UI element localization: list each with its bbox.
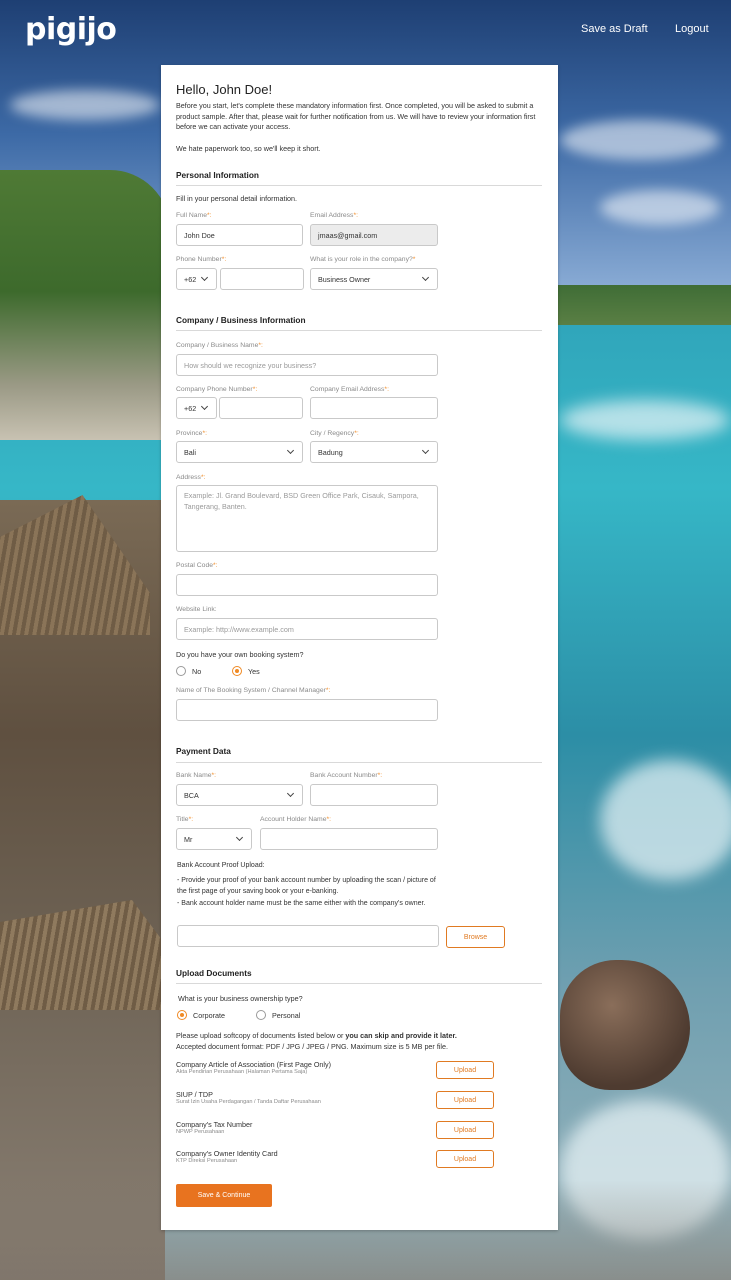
- upload-button[interactable]: Upload: [436, 1150, 494, 1168]
- province-select[interactable]: Bali: [176, 441, 303, 463]
- booking-system-question: Do you have your own booking system?: [176, 650, 304, 659]
- address-label: Address*:: [176, 474, 206, 481]
- booking-yes-radio[interactable]: Yes: [232, 666, 260, 676]
- company-email-label: Company Email Address*:: [310, 386, 389, 393]
- company-phone-label: Company Phone Number*:: [176, 386, 258, 393]
- address-textarea[interactable]: Example: Jl. Grand Boulevard, BSD Green …: [176, 485, 438, 552]
- ownership-question: What is your business ownership type?: [178, 994, 303, 1003]
- pigijo-logo[interactable]: pigijo: [25, 12, 117, 47]
- chevron-down-icon: [421, 273, 430, 282]
- booking-name-label: Name of The Booking System / Channel Man…: [176, 687, 331, 694]
- bank-account-number-input[interactable]: [310, 784, 438, 806]
- bank-proof-label: Bank Account Proof Upload:: [177, 862, 265, 869]
- company-name-label: Company / Business Name*:: [176, 342, 263, 349]
- booking-name-input[interactable]: [176, 699, 438, 721]
- divider: [176, 330, 542, 331]
- browse-button[interactable]: Browse: [446, 926, 505, 948]
- ownership-corporate-radio[interactable]: Corporate: [177, 1010, 225, 1020]
- chevron-down-icon: [286, 789, 295, 798]
- upload-button[interactable]: Upload: [436, 1061, 494, 1079]
- radio-unchecked-icon: [176, 666, 186, 676]
- company-email-input[interactable]: [310, 397, 438, 419]
- booking-no-radio[interactable]: No: [176, 666, 201, 676]
- personal-info-title: Personal Information: [176, 170, 259, 180]
- province-label: Province*:: [176, 430, 207, 437]
- email-label: Email Address*:: [310, 212, 358, 219]
- full-name-input[interactable]: John Doe: [176, 224, 303, 246]
- bank-proof-file-input[interactable]: [177, 925, 439, 947]
- save-and-continue-button[interactable]: Save & Continue: [176, 1184, 272, 1207]
- website-input[interactable]: Example: http://www.example.com: [176, 618, 438, 640]
- chevron-down-icon: [200, 273, 209, 282]
- logout-link[interactable]: Logout: [675, 23, 709, 35]
- title-label: Title*:: [176, 816, 194, 823]
- email-input: jmaas@gmail.com: [310, 224, 438, 246]
- bank-name-select[interactable]: BCA: [176, 784, 303, 806]
- greeting-heading: Hello, John Doe!: [176, 82, 273, 97]
- personal-info-help: Fill in your personal detail information…: [176, 194, 298, 203]
- chevron-down-icon: [421, 446, 430, 455]
- divider: [176, 762, 542, 763]
- upload-documents-note: Please upload softcopy of documents list…: [176, 1031, 457, 1051]
- upload-button[interactable]: Upload: [436, 1121, 494, 1139]
- company-info-title: Company / Business Information: [176, 315, 306, 325]
- website-label: Website Link:: [176, 606, 217, 613]
- divider: [176, 185, 542, 186]
- intro-text: Before you start, let's complete these m…: [176, 101, 536, 132]
- chevron-down-icon: [200, 402, 209, 411]
- document-row-owner-identity-card: Company's Owner Identity Card KTP Direks…: [176, 1149, 542, 1173]
- city-select[interactable]: Badung: [310, 441, 438, 463]
- chevron-down-icon: [286, 446, 295, 455]
- document-row-siup-tdp: SIUP / TDP Surat Izin Usaha Perdagangan …: [176, 1090, 542, 1114]
- bank-proof-instructions: - Provide your proof of your bank accoun…: [177, 877, 436, 907]
- city-label: City / Regency*:: [310, 430, 359, 437]
- registration-form-card: Hello, John Doe! Before you start, let's…: [161, 65, 558, 1230]
- document-row-article-of-association: Company Article of Association (First Pa…: [176, 1060, 542, 1084]
- radio-checked-icon: [232, 666, 242, 676]
- postal-code-label: Postal Code*:: [176, 562, 218, 569]
- account-holder-input[interactable]: [260, 828, 438, 850]
- phone-label: Phone Number*:: [176, 256, 227, 263]
- title-select[interactable]: Mr: [176, 828, 252, 850]
- divider: [176, 983, 542, 984]
- bank-account-number-label: Bank Account Number*:: [310, 772, 383, 779]
- bank-name-label: Bank Name*:: [176, 772, 217, 779]
- upload-button[interactable]: Upload: [436, 1091, 494, 1109]
- save-as-draft-link[interactable]: Save as Draft: [581, 23, 648, 35]
- full-name-label: Full Name*:: [176, 212, 212, 219]
- radio-checked-icon: [177, 1010, 187, 1020]
- role-label: What is your role in the company?*: [310, 256, 416, 263]
- upload-documents-title: Upload Documents: [176, 968, 252, 978]
- chevron-down-icon: [235, 833, 244, 842]
- intro-note: We hate paperwork too, so we'll keep it …: [176, 144, 321, 153]
- postal-code-input[interactable]: [176, 574, 438, 596]
- document-row-tax-number: Company's Tax Number NPWP Perusahaan Upl…: [176, 1120, 542, 1144]
- company-phone-input[interactable]: [219, 397, 303, 419]
- company-name-input[interactable]: How should we recognize your business?: [176, 354, 438, 376]
- account-holder-label: Account Holder Name*:: [260, 816, 332, 823]
- radio-unchecked-icon: [256, 1010, 266, 1020]
- ownership-personal-radio[interactable]: Personal: [256, 1010, 300, 1020]
- role-select[interactable]: Business Owner: [310, 268, 438, 290]
- phone-number-input[interactable]: [220, 268, 304, 290]
- phone-code-select[interactable]: +62: [176, 268, 217, 290]
- payment-data-title: Payment Data: [176, 746, 231, 756]
- company-phone-code-select[interactable]: +62: [176, 397, 217, 419]
